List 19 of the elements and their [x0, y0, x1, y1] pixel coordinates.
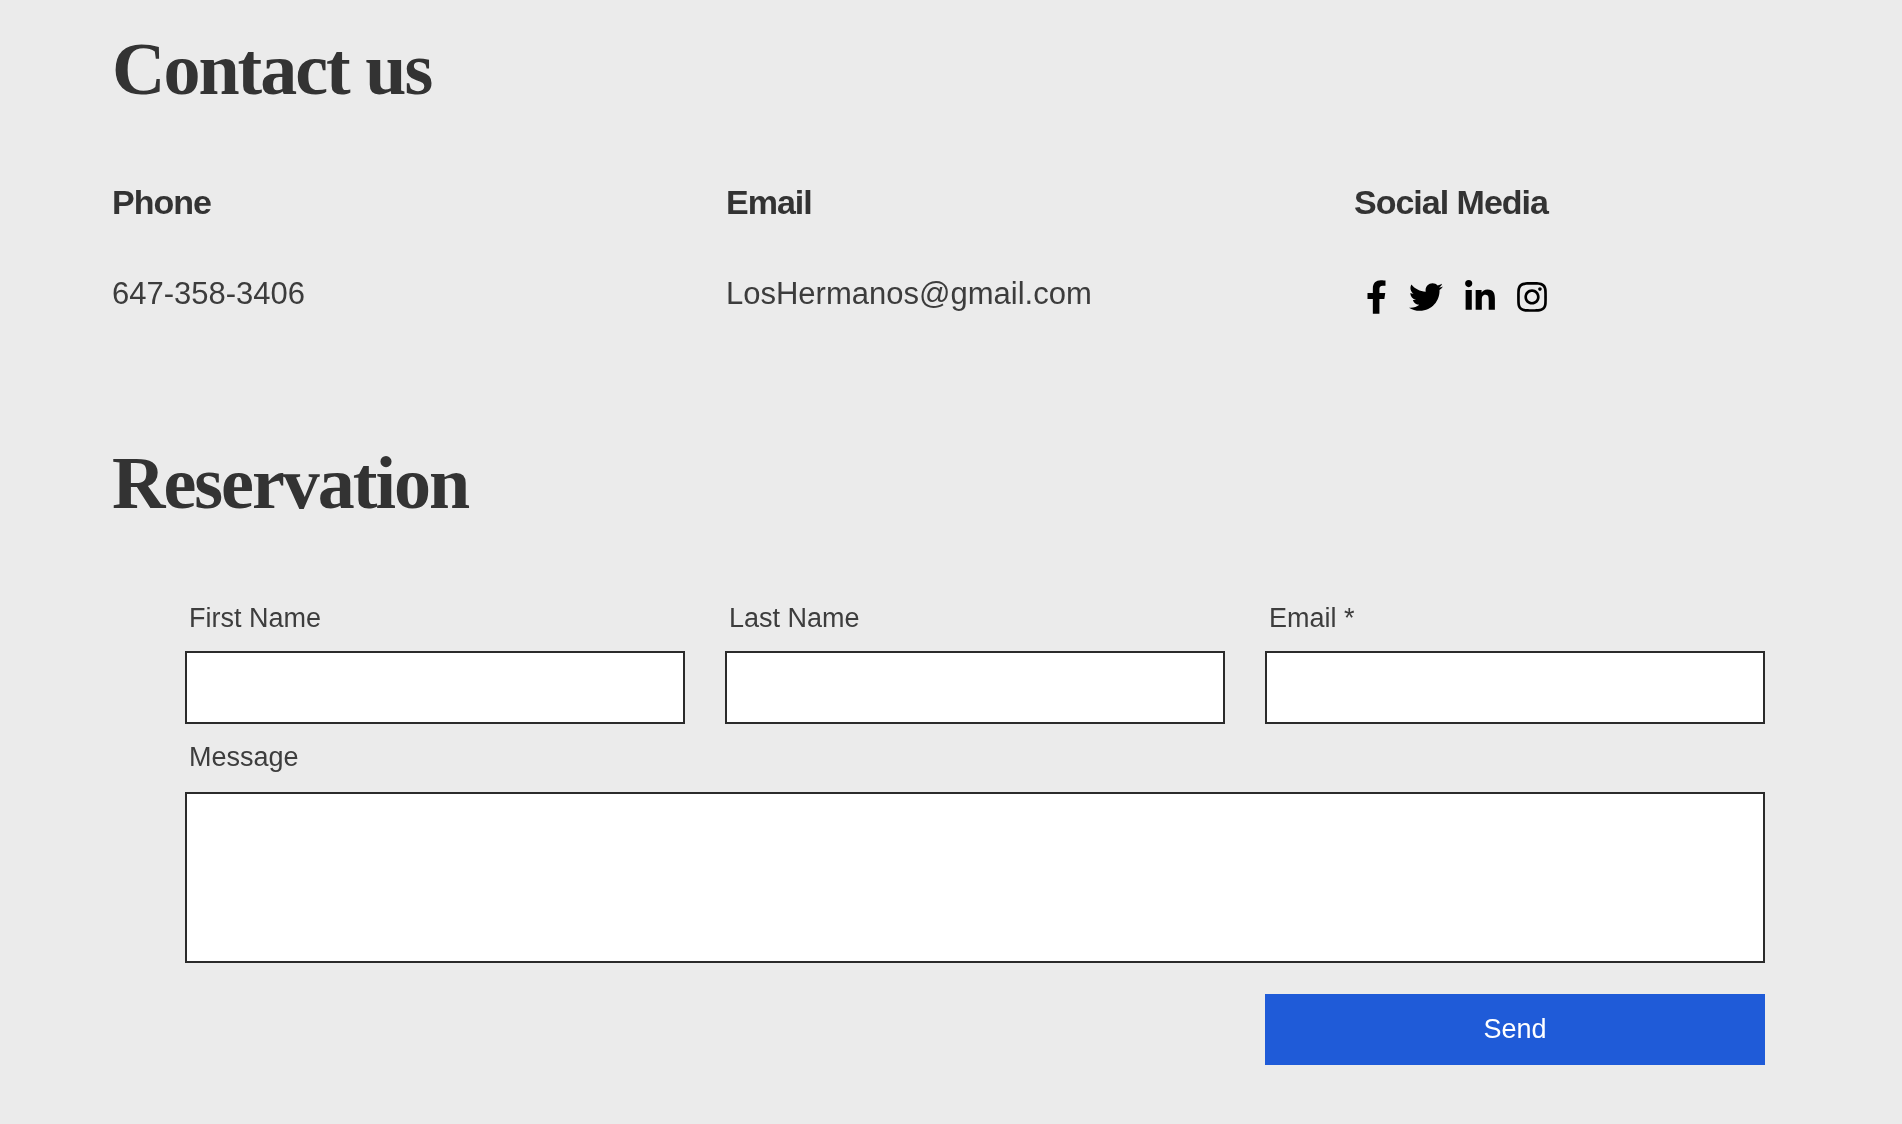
field-label: First Name — [188, 605, 321, 632]
column-heading: Phone — [112, 185, 211, 219]
twitter-icon[interactable] — [1409, 280, 1443, 314]
contact-detail: 647-358-3406 — [112, 278, 306, 309]
message-textarea[interactable] — [185, 792, 1765, 963]
instagram-icon[interactable] — [1517, 280, 1547, 314]
text-input[interactable] — [1265, 651, 1765, 724]
field-label: Last Name — [728, 605, 860, 632]
facebook-icon[interactable] — [1366, 280, 1387, 314]
column-heading: Email — [726, 185, 812, 219]
text-input[interactable] — [185, 651, 685, 724]
send-button[interactable]: Send — [1265, 994, 1765, 1065]
section-title: Reservation — [112, 446, 469, 520]
contact-detail: LosHermanos@gmail.com — [726, 278, 1092, 309]
text-input[interactable] — [725, 651, 1225, 724]
field-label: Message — [188, 744, 299, 771]
column-heading: Social Media — [1354, 185, 1548, 219]
field-label: Email * — [1268, 605, 1355, 632]
section-title: Contact us — [112, 32, 432, 106]
